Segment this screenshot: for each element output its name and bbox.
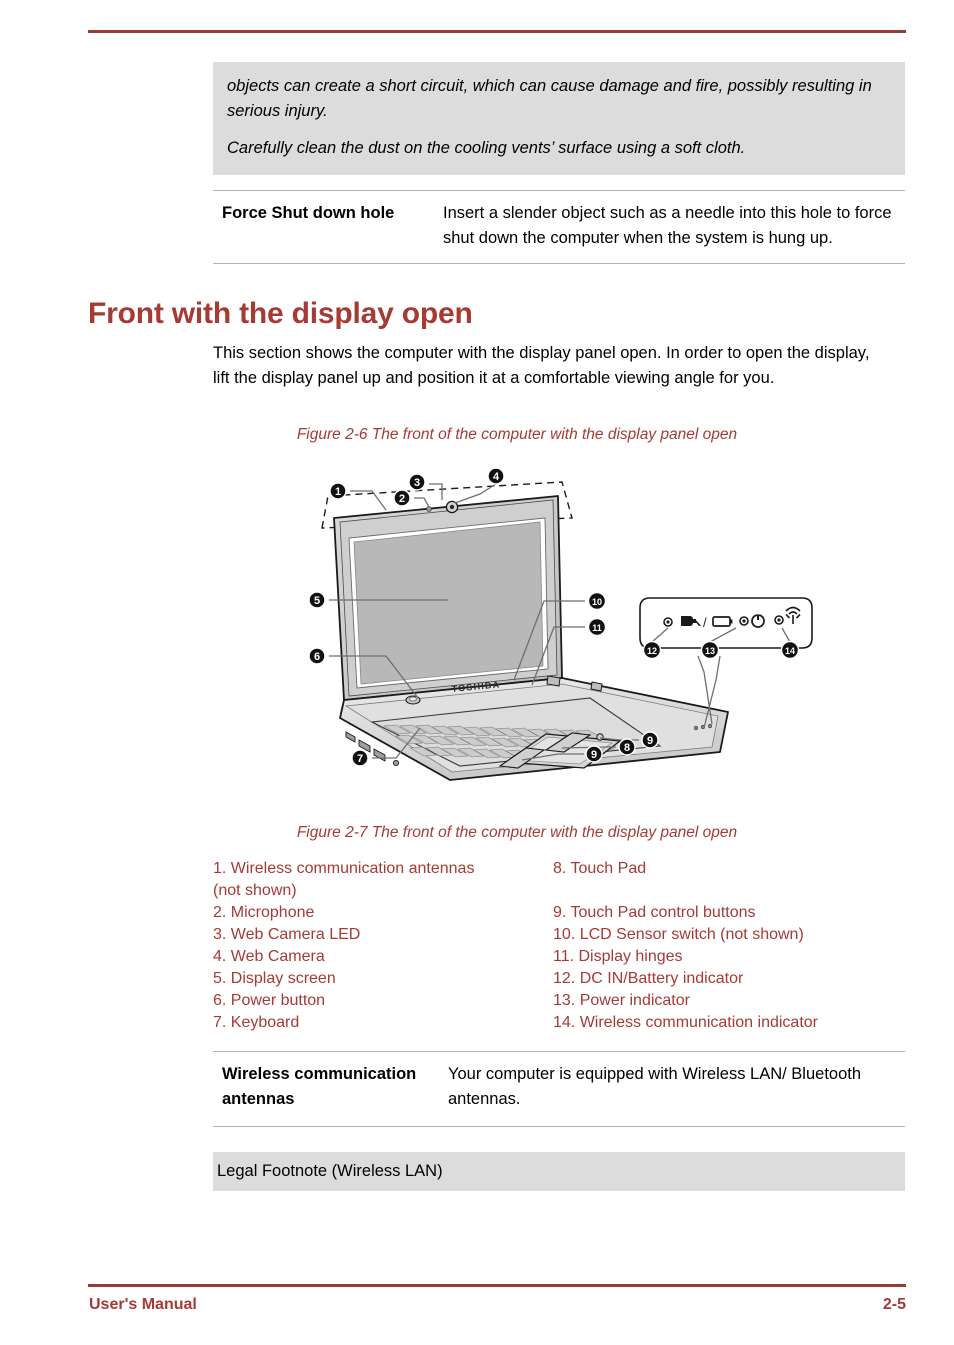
list-item: 12. DC IN/Battery indicator bbox=[553, 970, 744, 987]
list-item bbox=[553, 880, 913, 902]
legal-footnote-bar: Legal Footnote (Wireless LAN) bbox=[213, 1152, 905, 1191]
list-item: 1. Wireless communication antennas (not … bbox=[213, 860, 475, 899]
list-item: 11. Display hinges bbox=[553, 948, 683, 965]
footer-rule bbox=[88, 1284, 906, 1287]
header-rule bbox=[88, 30, 906, 33]
svg-text:9: 9 bbox=[591, 749, 597, 761]
force-shutdown-table: Force Shut down hole Insert a slender ob… bbox=[213, 190, 905, 264]
callout-1: 1 bbox=[329, 482, 347, 500]
svg-text:4: 4 bbox=[493, 471, 500, 483]
svg-text:2: 2 bbox=[399, 493, 405, 505]
svg-text:14: 14 bbox=[785, 646, 795, 656]
list-item: 10. LCD Sensor switch (not shown) bbox=[553, 926, 804, 943]
callout-4: 4 bbox=[487, 467, 505, 485]
laptop-illustration: TOSHIBA / 1 2 3 4 5 6 7 8 9 9 10 11 12 1… bbox=[300, 460, 830, 790]
manual-page: objects can create a short circuit, whic… bbox=[0, 0, 954, 1345]
list-item: 3. Web Camera LED bbox=[213, 926, 361, 943]
callout-14: 14 bbox=[780, 640, 800, 660]
list-item: 7. Keyboard bbox=[213, 1014, 300, 1031]
microphone-icon bbox=[426, 506, 432, 512]
callout-13: 13 bbox=[700, 640, 720, 660]
force-shutdown-description: Insert a slender object such as a needle… bbox=[443, 204, 892, 247]
table-row: Wireless communication antennas Your com… bbox=[213, 1062, 905, 1112]
svg-text:5: 5 bbox=[314, 595, 320, 607]
indicator-panel-detail: / bbox=[639, 597, 813, 649]
callout-7: 7 bbox=[351, 749, 369, 767]
svg-text:1: 1 bbox=[335, 486, 341, 498]
list-item: 13. Power indicator bbox=[553, 992, 690, 1009]
footer-manual-label: User's Manual bbox=[89, 1296, 197, 1313]
svg-text:3: 3 bbox=[414, 477, 420, 489]
list-item: 4. Web Camera bbox=[213, 948, 325, 965]
svg-text:7: 7 bbox=[357, 753, 363, 765]
svg-text:8: 8 bbox=[624, 742, 630, 754]
svg-text:13: 13 bbox=[705, 646, 715, 656]
page-title: Front with the display open bbox=[88, 297, 473, 330]
callout-9: 9 bbox=[641, 731, 659, 749]
svg-text:11: 11 bbox=[592, 623, 602, 633]
list-item: 6. Power button bbox=[213, 992, 326, 1009]
svg-text:10: 10 bbox=[592, 597, 602, 607]
callout-11: 11 bbox=[587, 617, 607, 637]
figure-legend: 1. Wireless communication antennas (not … bbox=[213, 858, 913, 1034]
figure-caption-top: Figure 2-6 The front of the computer wit… bbox=[296, 426, 738, 443]
wireless-antennas-table: Wireless communication antennas Your com… bbox=[213, 1051, 905, 1127]
svg-text:9: 9 bbox=[647, 735, 653, 747]
force-shutdown-term: Force Shut down hole bbox=[222, 204, 395, 222]
figure-caption-bottom: Figure 2-7 The front of the computer wit… bbox=[296, 824, 738, 841]
warning-line-2: Carefully clean the dust on the cooling … bbox=[227, 139, 746, 157]
callout-2: 2 bbox=[393, 489, 411, 507]
callout-5: 5 bbox=[308, 591, 326, 609]
svg-text:/: / bbox=[703, 615, 707, 630]
table-row: Force Shut down hole Insert a slender ob… bbox=[213, 201, 905, 251]
footer-page-number: 2-5 bbox=[882, 1296, 906, 1313]
warning-note-box: objects can create a short circuit, whic… bbox=[213, 62, 905, 175]
warning-line-1: objects can create a short circuit, whic… bbox=[227, 77, 872, 120]
display-lid bbox=[333, 495, 563, 701]
callout-9: 9 bbox=[585, 745, 603, 763]
svg-text:12: 12 bbox=[647, 646, 657, 656]
list-item: 2. Microphone bbox=[213, 904, 315, 921]
legend-column-left: 1. Wireless communication antennas (not … bbox=[213, 858, 553, 1034]
svg-text:6: 6 bbox=[314, 651, 320, 663]
callout-6: 6 bbox=[308, 647, 326, 665]
callout-12: 12 bbox=[642, 640, 662, 660]
callout-8: 8 bbox=[618, 738, 636, 756]
wireless-antennas-description: Your computer is equipped with Wireless … bbox=[448, 1065, 862, 1108]
list-item: 5. Display screen bbox=[213, 970, 336, 987]
intro-paragraph: This section shows the computer with the… bbox=[213, 344, 870, 387]
list-item: 14. Wireless communication indicator bbox=[553, 1014, 818, 1031]
callout-3: 3 bbox=[408, 473, 426, 491]
legend-column-right: 8. Touch Pad 9. Touch Pad control button… bbox=[553, 858, 913, 1034]
wireless-antennas-term: Wireless communication antennas bbox=[222, 1065, 417, 1108]
callout-10: 10 bbox=[587, 591, 607, 611]
list-item: 8. Touch Pad bbox=[553, 860, 647, 877]
list-item: 9. Touch Pad control buttons bbox=[553, 904, 756, 921]
